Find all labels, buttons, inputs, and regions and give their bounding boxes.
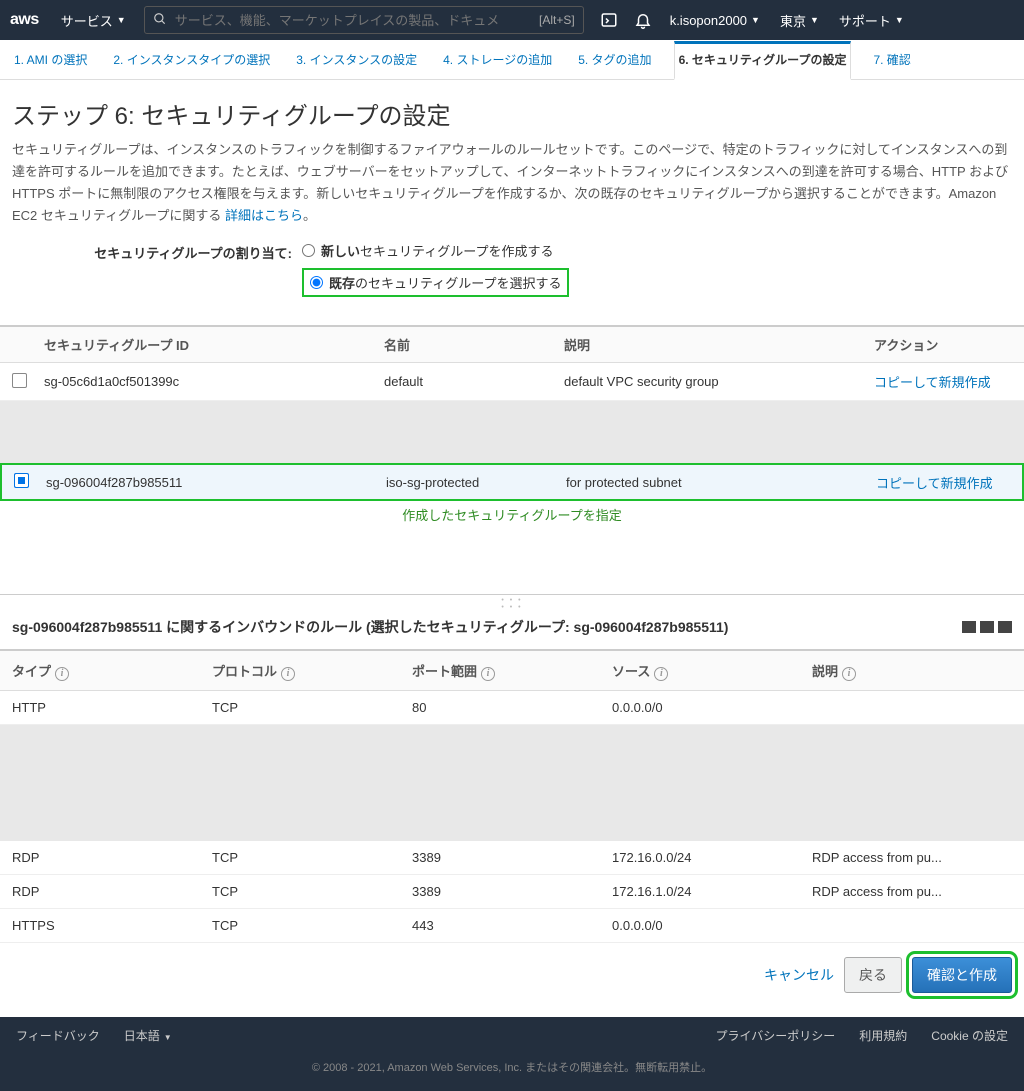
copy-new-link[interactable]: コピーして新規作成 xyxy=(874,375,991,390)
opt-select-existing[interactable]: 既存のセキュリティグループを選択する xyxy=(302,268,569,297)
col-sg-name: 名前 xyxy=(384,335,564,354)
info-icon[interactable]: i xyxy=(55,667,69,681)
page-title: ステップ 6: セキュリティグループの設定 xyxy=(12,96,1012,131)
rules-table: タイプi プロトコルi ポート範囲i ソースi 説明i HTTPTCP800.0… xyxy=(0,649,1024,943)
review-launch-button[interactable]: 確認と作成 xyxy=(912,957,1012,993)
wiz-tab-type[interactable]: 2. インスタンスタイプの選択 xyxy=(109,41,274,78)
wiz-tab-storage[interactable]: 4. ストレージの追加 xyxy=(439,41,556,78)
sg-row[interactable]: sg-05c6d1a0cf501399c default default VPC… xyxy=(0,363,1024,401)
terms-link[interactable]: 利用規約 xyxy=(859,1027,907,1044)
annotation: 作成したセキュリティグループを指定 xyxy=(0,499,1024,594)
learn-more-link[interactable]: 詳細はこちら xyxy=(225,208,303,223)
search-box[interactable]: [Alt+S] xyxy=(144,6,584,34)
col-sg-id: セキュリティグループ ID xyxy=(44,335,384,354)
info-icon[interactable]: i xyxy=(481,667,495,681)
wiz-tab-sg[interactable]: 6. セキュリティグループの設定 xyxy=(674,41,852,80)
privacy-link[interactable]: プライバシーポリシー xyxy=(716,1027,836,1044)
inbound-title: sg-096004f287b985511 に関するインバウンドのルール (選択し… xyxy=(12,617,728,637)
search-input[interactable] xyxy=(175,13,539,28)
info-icon[interactable]: i xyxy=(281,667,295,681)
support-menu[interactable]: サポート▼ xyxy=(829,11,914,30)
user-menu[interactable]: k.isopon2000▼ xyxy=(660,13,770,28)
sg-table: セキュリティグループ ID 名前 説明 アクション sg-05c6d1a0cf5… xyxy=(0,325,1024,501)
wiz-tab-review[interactable]: 7. 確認 xyxy=(869,41,914,78)
info-icon[interactable]: i xyxy=(842,667,856,681)
aws-logo[interactable]: aws xyxy=(10,11,39,29)
rule-row: HTTPSTCP4430.0.0.0/0 xyxy=(0,909,1024,943)
rule-row: HTTPTCP800.0.0.0/0 xyxy=(0,691,1024,725)
rule-row: RDPTCP3389172.16.0.0/24RDP access from p… xyxy=(0,841,1024,875)
info-icon[interactable]: i xyxy=(654,667,668,681)
wiz-tab-config[interactable]: 3. インスタンスの設定 xyxy=(292,41,421,78)
panel-divider[interactable]: • • •• • • xyxy=(0,594,1024,613)
top-nav: aws サービス▼ [Alt+S] k.isopon2000▼ 東京▼ サポート… xyxy=(0,0,1024,40)
wizard-tabs: 1. AMI の選択 2. インスタンスタイプの選択 3. インスタンスの設定 … xyxy=(0,40,1024,80)
wiz-tab-ami[interactable]: 1. AMI の選択 xyxy=(10,41,91,78)
rule-row: RDPTCP3389172.16.1.0/24RDP access from p… xyxy=(0,875,1024,909)
col-sg-action: アクション xyxy=(874,335,994,354)
cookie-link[interactable]: Cookie の設定 xyxy=(931,1027,1008,1044)
search-icon xyxy=(145,12,175,29)
opt-create-new[interactable]: 新しいセキュリティグループを作成する xyxy=(302,241,569,260)
bell-icon[interactable] xyxy=(634,11,652,29)
copyright: © 2008 - 2021, Amazon Web Services, Inc.… xyxy=(0,1053,1024,1091)
footer: フィードバック 日本語▼ プライバシーポリシー 利用規約 Cookie の設定 xyxy=(0,1017,1024,1053)
cancel-button[interactable]: キャンセル xyxy=(764,965,834,985)
search-hint: [Alt+S] xyxy=(539,13,583,27)
sg-checkbox[interactable] xyxy=(14,473,29,488)
sg-checkbox[interactable] xyxy=(12,373,27,388)
page-desc: セキュリティグループは、インスタンスのトラフィックを制御するファイアウォールのル… xyxy=(12,139,1012,227)
services-menu[interactable]: サービス▼ xyxy=(51,11,136,30)
cloudshell-icon[interactable] xyxy=(600,11,618,29)
wiz-tab-tags[interactable]: 5. タグの追加 xyxy=(574,41,655,78)
panel-layout-icons[interactable] xyxy=(962,621,1012,633)
sg-row-selected[interactable]: sg-096004f287b985511 iso-sg-protected fo… xyxy=(0,463,1024,501)
back-button[interactable]: 戻る xyxy=(844,957,902,993)
language-menu[interactable]: 日本語▼ xyxy=(124,1027,172,1044)
assign-label: セキュリティグループの割り当て: xyxy=(12,241,302,262)
region-menu[interactable]: 東京▼ xyxy=(770,11,829,30)
feedback-link[interactable]: フィードバック xyxy=(16,1027,100,1044)
copy-new-link[interactable]: コピーして新規作成 xyxy=(876,476,993,491)
col-sg-desc: 説明 xyxy=(564,335,874,354)
